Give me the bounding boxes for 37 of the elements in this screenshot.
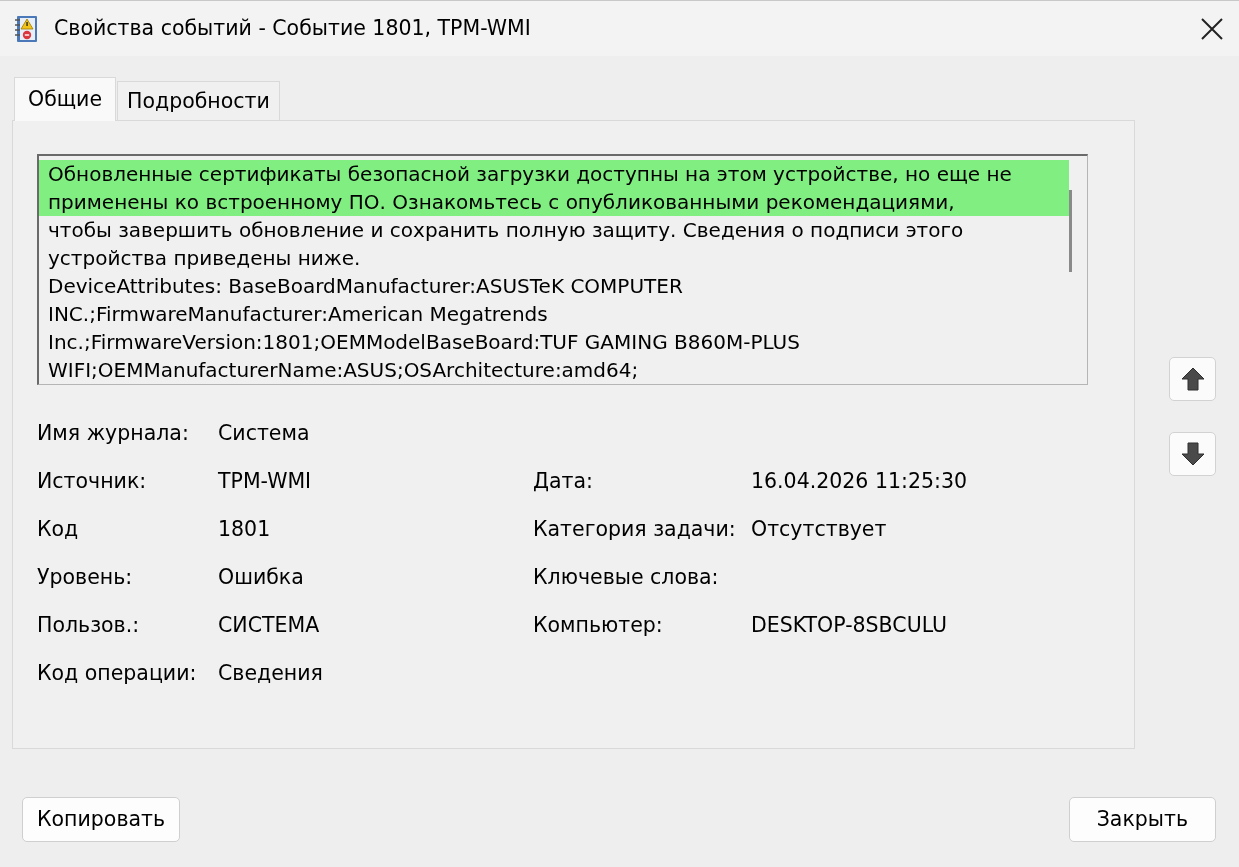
field-value: TPM-WMI [218, 467, 313, 495]
copy-button[interactable]: Копировать [22, 797, 181, 842]
field-label: Имя журнала: [37, 419, 190, 447]
description-text-line: INC.;FirmwareManufacturer:American Megatrends [47, 301, 549, 328]
field-value: Система [218, 419, 311, 447]
field-value: СИСТЕМА [218, 611, 321, 639]
field-value: 1801 [218, 515, 272, 543]
field-label: Ключевые слова: [533, 563, 720, 591]
window-title: Свойства событий - Событие 1801, TPM-WMI [54, 15, 531, 43]
field-label: Код операции: [37, 659, 198, 687]
description-text-line: чтобы завершить обновление и сохранить полную защиту. Сведения о подписи этого [47, 217, 965, 244]
next-event-button[interactable] [1169, 432, 1216, 476]
arrow-up-icon [1180, 367, 1205, 391]
field-label: Компьютер: [533, 611, 664, 639]
field-label: Код [37, 515, 80, 543]
tab[interactable]: Подробности [117, 81, 280, 120]
description-text-line: Inc.;FirmwareVersion:1801;OEMModelBaseBoard:TUF GAMING B860M-PLUS [47, 329, 801, 356]
field-value: Сведения [218, 659, 324, 687]
previous-event-button[interactable] [1169, 357, 1216, 401]
notebook-icon [14, 14, 38, 43]
field-label: Категория задачи: [533, 515, 737, 543]
field-value: Ошибка [218, 563, 305, 591]
tab[interactable]: Общие [14, 77, 117, 121]
close-dialog-button[interactable]: Закрыть [1068, 797, 1216, 842]
description-text-line: устройства приведены ниже. [47, 245, 362, 272]
arrow-down-icon [1180, 442, 1205, 466]
description-text-line: DeviceAttributes: BaseBoardManufacturer:ASUSTeK COMPUTER [47, 273, 684, 300]
description-text-line: WIFI;OEMManufacturerName:ASUS;OSArchitecture:amd64; [47, 357, 640, 384]
field-label: Источник: [37, 467, 148, 495]
field-label: Пользов.: [37, 611, 141, 639]
field-label: Дата: [533, 467, 594, 495]
close-icon [1201, 17, 1223, 40]
field-value: DESKTOP-8SBCULU [751, 611, 949, 639]
field-value: 16.04.2026 11:25:30 [751, 467, 968, 495]
field-label: Уровень: [37, 563, 134, 591]
scrollbar-thumb[interactable] [1069, 190, 1072, 272]
field-value: Отсутствует [751, 515, 888, 543]
